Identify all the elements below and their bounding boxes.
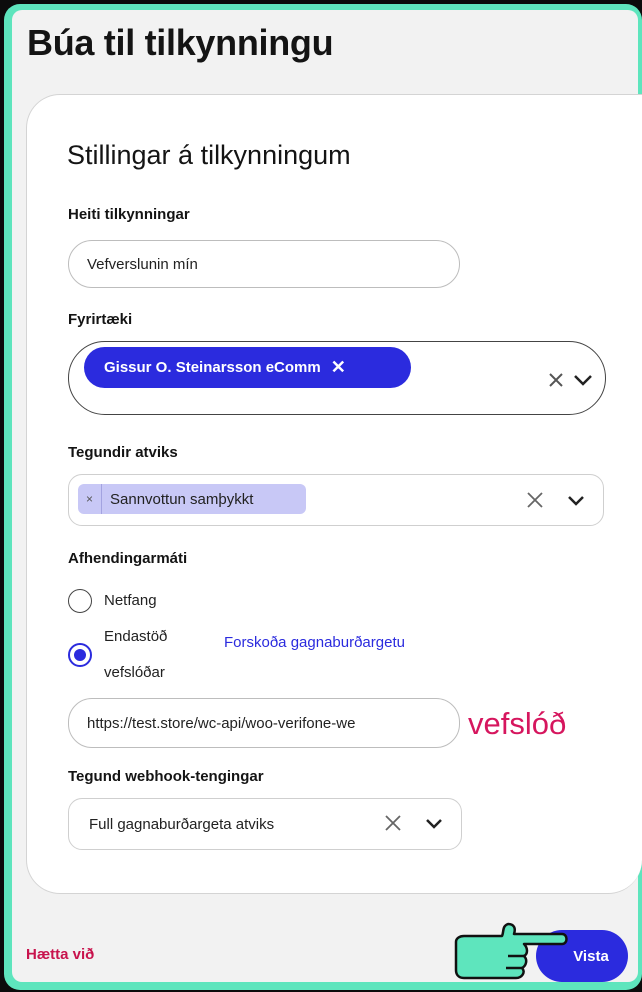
radio-email-label: Netfang (104, 592, 157, 609)
card-title: Stillingar á tilkynningum (67, 140, 351, 170)
pointing-hand-icon (454, 922, 568, 980)
clear-icon[interactable] (524, 489, 546, 511)
chevron-down-icon[interactable] (572, 370, 594, 390)
radio-endpoint-label-line2: vefslóðar (104, 664, 165, 681)
notification-name-value: Vefverslunin mín (87, 255, 198, 273)
chevron-down-icon[interactable] (566, 490, 586, 510)
notification-name-input[interactable]: Vefverslunin mín (68, 240, 460, 288)
company-chip-label: Gissur O. Steinarsson eComm (104, 359, 321, 376)
event-type-tag[interactable]: × Sannvottun samþykkt (78, 484, 306, 514)
chevron-down-icon[interactable] (424, 813, 444, 833)
radio-endpoint-label-line1: Endastöð (104, 628, 168, 645)
delivery-label: Afhendingarmáti (68, 550, 188, 567)
webhook-type-label: Tegund webhook-tengingar (68, 768, 264, 785)
preview-payload-link[interactable]: Forskoða gagnaburðargetu (224, 634, 405, 651)
radio-email[interactable] (68, 589, 92, 613)
clear-icon[interactable] (382, 812, 404, 834)
notification-name-label: Heiti tilkynningar (68, 206, 190, 223)
event-type-tag-label: Sannvottun samþykkt (110, 490, 254, 508)
chip-remove-icon[interactable]: ✕ (331, 357, 346, 378)
clear-icon[interactable] (546, 370, 566, 390)
radio-endpoint[interactable] (68, 643, 92, 667)
endpoint-url-value: https://test.store/wc-api/woo-verifone-w… (87, 714, 356, 732)
company-label: Fyrirtæki (68, 311, 133, 328)
endpoint-url-input[interactable]: https://test.store/wc-api/woo-verifone-w… (68, 698, 460, 748)
cancel-button[interactable]: Hætta við (26, 946, 94, 963)
page-title: Búa til tilkynningu (27, 22, 334, 63)
company-chip[interactable]: Gissur O. Steinarsson eComm ✕ (84, 347, 411, 388)
event-types-label: Tegundir atviks (68, 444, 178, 461)
save-button-label: Vista (573, 947, 609, 965)
tag-remove-icon[interactable]: × (78, 484, 102, 514)
annotation-url: vefslóð (468, 706, 567, 741)
webhook-type-value: Full gagnaburðargeta atviks (89, 815, 275, 833)
